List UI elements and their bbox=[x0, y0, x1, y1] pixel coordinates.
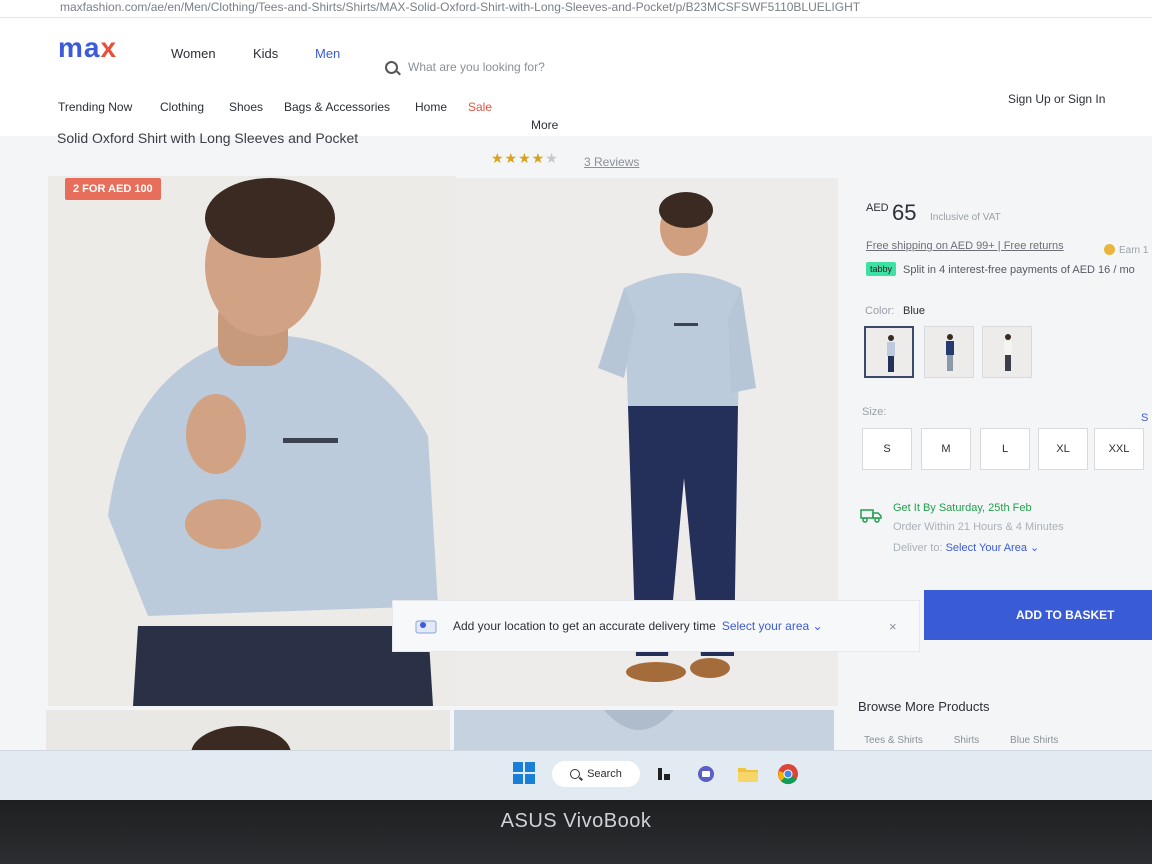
browse-links: Tees & Shirts Shirts Blue Shirts bbox=[864, 735, 1086, 746]
order-countdown: Order Within 21 Hours & 4 Minutes bbox=[893, 521, 1064, 533]
color-value: Blue bbox=[903, 305, 926, 317]
color-swatch-light-blue[interactable] bbox=[864, 326, 914, 378]
size-s-button[interactable]: S bbox=[862, 428, 912, 470]
swatch-thumbnail bbox=[946, 334, 954, 371]
deliver-to: Deliver to: Select Your Area ⌄ bbox=[893, 541, 1039, 554]
browse-link-blue-shirts[interactable]: Blue Shirts bbox=[1010, 735, 1058, 746]
location-toast: Add your location to get an accurate del… bbox=[392, 600, 920, 652]
coin-icon bbox=[1104, 244, 1115, 255]
shirt-detail-illustration bbox=[454, 710, 834, 754]
size-m-button[interactable]: M bbox=[921, 428, 971, 470]
laptop-bezel: ASUS VivoBook bbox=[0, 800, 1152, 864]
nav-men[interactable]: Men bbox=[315, 46, 340, 61]
task-view-icon[interactable] bbox=[654, 761, 674, 787]
chevron-down-icon: ⌄ bbox=[812, 619, 823, 633]
empty-star-icon: ★ bbox=[545, 150, 559, 166]
category-trending[interactable]: Trending Now bbox=[58, 100, 132, 114]
toast-link-label: Select your area bbox=[721, 619, 810, 633]
price-currency: AED bbox=[866, 202, 889, 214]
site-header: max Women Kids Men What are you looking … bbox=[0, 18, 1152, 136]
taskbar-search-label: Search bbox=[587, 768, 622, 780]
price-value: 65 bbox=[892, 200, 917, 225]
truck-icon bbox=[860, 509, 882, 523]
browse-link-tees[interactable]: Tees & Shirts bbox=[864, 735, 923, 746]
toast-select-area-link[interactable]: Select your area ⌄ bbox=[722, 619, 823, 633]
sign-in-link[interactable]: Sign Up or Sign In bbox=[1008, 92, 1105, 106]
taskbar: Search bbox=[0, 750, 1152, 800]
category-home[interactable]: Home bbox=[415, 100, 447, 114]
max-logo[interactable]: max bbox=[58, 32, 117, 64]
chevron-down-icon: ⌄ bbox=[1030, 542, 1040, 554]
size-guide-link[interactable]: S bbox=[1141, 412, 1148, 424]
laptop-brand-logo: ASUS VivoBook bbox=[500, 810, 652, 832]
tabby-installments: Split in 4 interest-free payments of AED… bbox=[903, 264, 1135, 276]
file-explorer-icon[interactable] bbox=[736, 761, 760, 787]
nav-kids[interactable]: Kids bbox=[253, 46, 278, 61]
product-image-4[interactable] bbox=[454, 710, 834, 754]
product-image-3[interactable] bbox=[46, 710, 450, 754]
size-l-button[interactable]: L bbox=[980, 428, 1030, 470]
swatch-thumbnail bbox=[887, 335, 895, 372]
search-icon bbox=[570, 769, 581, 779]
vat-note: Inclusive of VAT bbox=[930, 212, 1001, 223]
chrome-icon[interactable] bbox=[776, 761, 800, 787]
select-area-link[interactable]: Select Your Area bbox=[946, 542, 1027, 554]
size-xxl-button[interactable]: XXL bbox=[1094, 428, 1144, 470]
color-swatch-white[interactable] bbox=[982, 326, 1032, 378]
deliver-to-label: Deliver to: bbox=[893, 542, 943, 554]
chat-icon[interactable] bbox=[694, 761, 718, 787]
promo-badge: 2 FOR AED 100 bbox=[65, 178, 161, 200]
nav-women[interactable]: Women bbox=[171, 46, 216, 61]
logo-text: ma bbox=[58, 32, 101, 63]
swatch-thumbnail bbox=[1004, 334, 1012, 371]
category-sale[interactable]: Sale bbox=[468, 100, 492, 114]
category-more[interactable]: More bbox=[531, 118, 558, 132]
category-clothing[interactable]: Clothing bbox=[160, 100, 204, 114]
shipping-link[interactable]: Free shipping on AED 99+ | Free returns bbox=[866, 240, 1064, 252]
browse-more-heading: Browse More Products bbox=[858, 699, 990, 714]
size-label: Size: bbox=[862, 406, 887, 418]
product-title: Solid Oxford Shirt with Long Sleeves and… bbox=[57, 130, 359, 146]
browser-screen: maxfashion.com/ae/en/Men/Clothing/Tees-a… bbox=[0, 0, 1152, 800]
category-shoes[interactable]: Shoes bbox=[229, 100, 263, 114]
search-placeholder: What are you looking for? bbox=[408, 60, 545, 74]
earn-text: Earn 1 bbox=[1119, 245, 1149, 256]
category-bags[interactable]: Bags & Accessories bbox=[284, 100, 390, 114]
reviews-link[interactable]: 3 Reviews bbox=[584, 155, 639, 169]
taskbar-search[interactable]: Search bbox=[552, 761, 640, 787]
toast-message: Add your location to get an accurate del… bbox=[453, 619, 716, 633]
color-label: Color: bbox=[865, 305, 895, 317]
size-xl-button[interactable]: XL bbox=[1038, 428, 1088, 470]
search-input[interactable]: What are you looking for? bbox=[385, 52, 945, 82]
close-icon[interactable]: × bbox=[889, 619, 897, 634]
map-pin-icon bbox=[415, 620, 437, 634]
logo-accent: x bbox=[100, 32, 118, 63]
browse-link-shirts[interactable]: Shirts bbox=[954, 735, 980, 746]
tabby-logo: tabby bbox=[866, 262, 897, 276]
half-star-icon: ★ bbox=[531, 150, 546, 166]
color-swatch-navy[interactable] bbox=[924, 326, 974, 378]
add-to-basket-button[interactable]: ADD TO BASKET bbox=[924, 590, 1152, 640]
search-icon bbox=[385, 60, 398, 74]
rating-stars: ★★★★★ bbox=[491, 150, 559, 166]
windows-start-icon[interactable] bbox=[512, 761, 536, 785]
model-hair-illustration bbox=[191, 726, 291, 754]
earn-points: Earn 1 bbox=[1104, 244, 1148, 256]
address-bar[interactable]: maxfashion.com/ae/en/Men/Clothing/Tees-a… bbox=[0, 0, 1152, 18]
delivery-estimate: Get It By Saturday, 25th Feb bbox=[893, 502, 1032, 514]
